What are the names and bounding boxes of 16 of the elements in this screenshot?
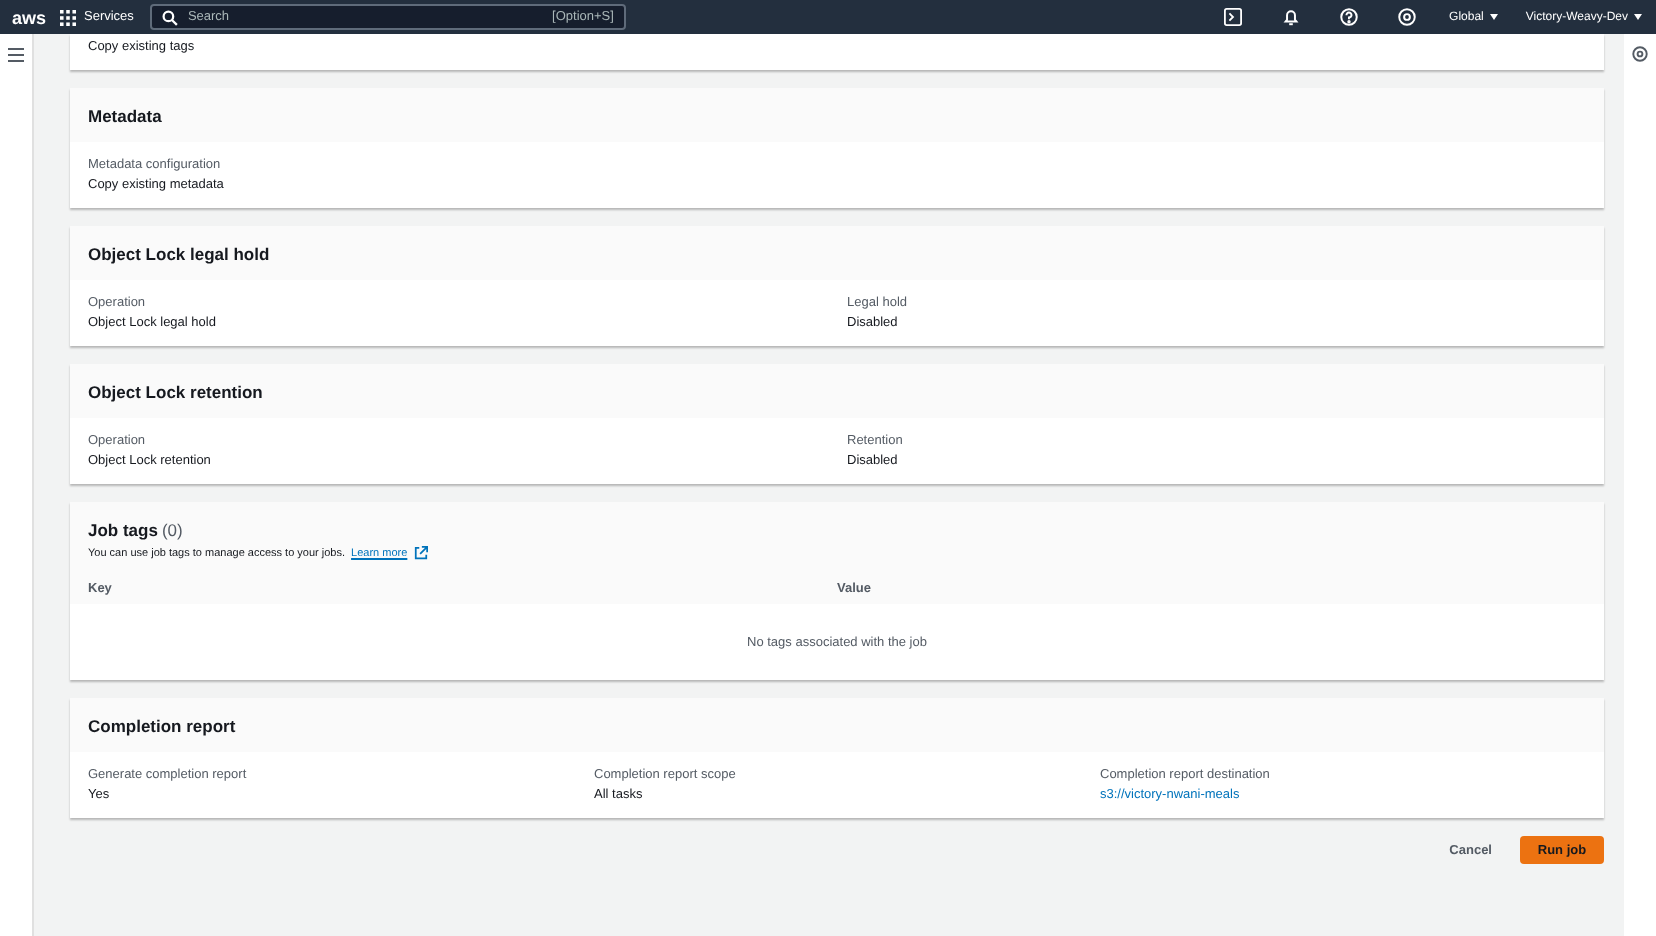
caret-icon <box>1489 14 1498 20</box>
caret-icon <box>1634 14 1642 20</box>
grid-icon <box>60 9 76 25</box>
section-title: Metadata <box>88 105 162 125</box>
search-icon <box>161 9 178 25</box>
section-title: Object Lock retention <box>88 381 263 401</box>
help-icon[interactable] <box>1339 8 1358 26</box>
bell-icon[interactable] <box>1281 8 1300 26</box>
tag-count: (0) <box>161 520 183 540</box>
menu-icon[interactable] <box>8 48 24 62</box>
section-title: Object Lock legal hold <box>88 243 270 263</box>
section-title: Job tags <box>88 520 158 540</box>
aws-logo[interactable]: aws <box>12 7 44 27</box>
external-link-icon <box>413 546 428 560</box>
terminal-icon[interactable] <box>1223 8 1242 26</box>
section-title: Completion report <box>88 715 236 735</box>
